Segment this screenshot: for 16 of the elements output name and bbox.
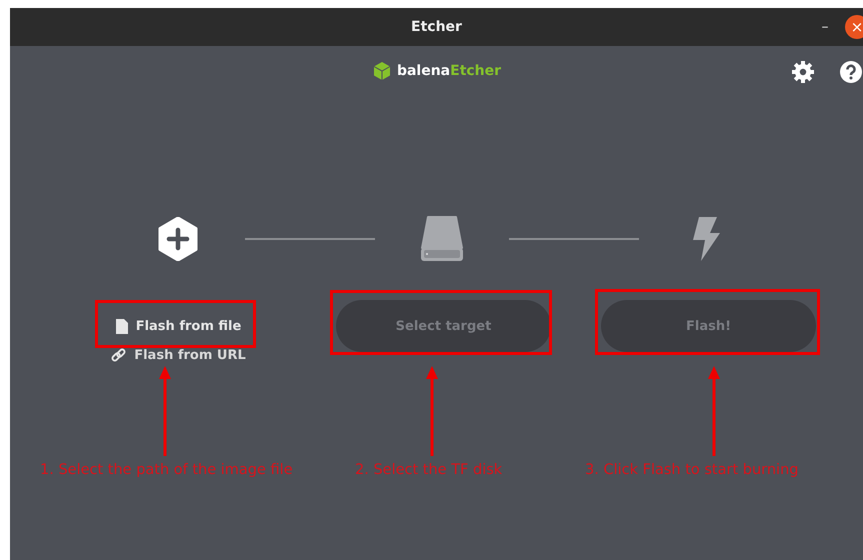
add-icon — [158, 217, 198, 261]
minimize-button[interactable]: – — [815, 19, 835, 35]
app-logo: balenaEtcher — [372, 61, 502, 81]
flash-from-url-link[interactable]: Flash from URL — [111, 348, 246, 363]
annotation-caption: 1. Select the path of the image file — [40, 462, 293, 478]
close-button[interactable]: × — [845, 15, 863, 39]
drive-icon — [420, 216, 464, 262]
link-icon — [111, 348, 126, 363]
annotation-caption: 3. Click Flash to start burning — [585, 462, 798, 478]
help-icon[interactable] — [839, 60, 863, 84]
lightning-icon — [691, 216, 721, 262]
annotation-caption: 2. Select the TF disk — [355, 462, 502, 478]
cube-icon — [372, 61, 392, 81]
settings-icon[interactable] — [791, 60, 815, 84]
file-icon — [116, 318, 128, 334]
window-title: Etcher — [411, 19, 462, 35]
